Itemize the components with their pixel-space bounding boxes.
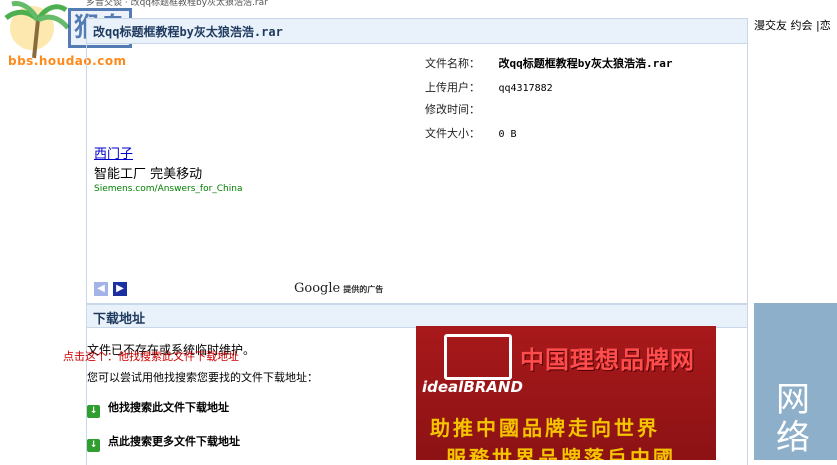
ad-description: 智能工厂 完美移动 [94, 167, 203, 182]
uploader-row: 上传用户： qq4317882 [425, 79, 553, 95]
search-more-link-label: 点此搜索更多文件下载地址 [108, 435, 240, 448]
size-row: 文件大小： 0 B [425, 125, 517, 141]
file-panel-header: 改qq标题框教程by灰太狼浩浩.rar [87, 19, 747, 44]
ad-display-url[interactable]: Siemens.com/Answers_for_China [94, 184, 242, 194]
size-label: 文件大小： [425, 127, 480, 140]
modified-row: 修改时间： [425, 101, 495, 117]
download-hint: 您可以尝试用他找搜索您要找的文件下载地址： [87, 371, 318, 384]
download-title: 下载地址 [93, 312, 146, 327]
right-side-ad[interactable]: 网 络 [754, 303, 837, 460]
size-value: 0 B [498, 129, 517, 140]
google-ads-attribution[interactable]: Google 提供的广告 [294, 281, 383, 296]
uploader-value: qq4317882 [498, 83, 553, 94]
download-arrow-icon: ↓ [87, 439, 100, 452]
banner-slogan-1: 助推中國品牌走向世界 [430, 416, 660, 440]
banner-title: 中国理想品牌网 [520, 346, 695, 374]
uploader-label: 上传用户： [425, 81, 480, 94]
file-info-panel: 改qq标题框教程by灰太狼浩浩.rar 文件名称： 改qq标题框教程by灰太狼浩… [86, 18, 748, 304]
right-nav-links[interactable]: 漫交友 约会 |恋 [754, 17, 831, 33]
download-header: 下载地址 [87, 305, 747, 328]
file-panel-title: 改qq标题框教程by灰太狼浩浩.rar [93, 25, 283, 39]
right-side-ad-text: 网 络 [776, 380, 810, 458]
red-search-link[interactable]: 点击这个：他找搜索此文件下载地址 [63, 348, 239, 364]
modified-label: 修改时间： [425, 103, 480, 116]
ads-provided-label: 提供的广告 [343, 285, 384, 294]
banner-slogan-2: 服務世界品牌落戶中國 [446, 446, 676, 460]
file-name-label: 文件名称： [425, 57, 480, 70]
ad-prev-button[interactable]: ◀ [94, 282, 108, 296]
search-file-link[interactable]: ↓ 他找搜索此文件下载地址 [87, 399, 229, 418]
file-name-value: 改qq标题框教程by灰太狼浩浩.rar [498, 57, 673, 70]
banner-brand: idealBRAND [422, 378, 523, 396]
google-logo: Google [294, 281, 341, 296]
brand-logo-icon [444, 334, 512, 380]
download-arrow-icon: ↓ [87, 405, 100, 418]
file-name-row: 文件名称： 改qq标题框教程by灰太狼浩浩.rar [425, 55, 672, 71]
brand-banner-ad[interactable]: idealBRAND 中国理想品牌网 助推中國品牌走向世界 服務世界品牌落戶中國 [416, 326, 716, 460]
search-more-link[interactable]: ↓ 点此搜索更多文件下载地址 [87, 433, 240, 452]
text-ad[interactable]: 西门子 智能工厂 完美移动 Siemens.com/Answers_for_Ch… [94, 143, 242, 194]
ad-headline-link[interactable]: 西门子 [94, 143, 242, 162]
ad-next-button[interactable]: ▶ [113, 282, 127, 296]
search-file-link-label: 他找搜索此文件下载地址 [108, 401, 229, 414]
